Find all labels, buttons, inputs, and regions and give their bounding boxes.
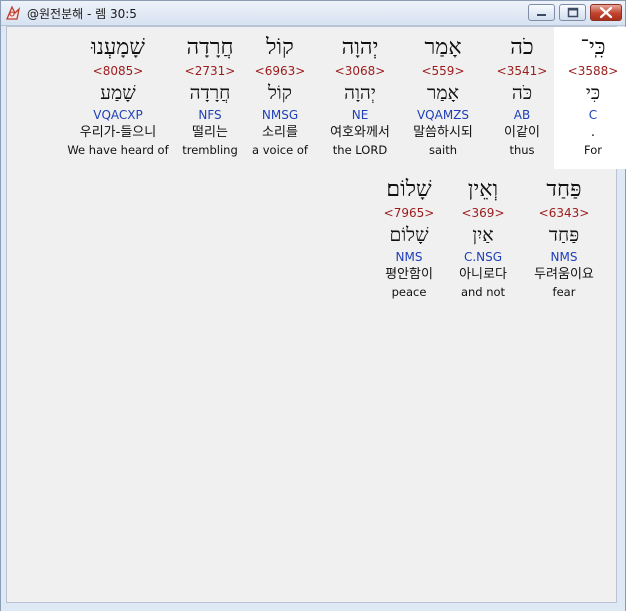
hebrew-word: אָמַר	[424, 35, 462, 60]
hebrew-lemma: חֲרָדָה	[189, 82, 231, 104]
word-cell[interactable]: כֹה <3541> כֹּה AB 이같이 thus	[483, 33, 561, 158]
korean-gloss: 아니로다	[459, 267, 507, 282]
parsing-code: AB	[513, 108, 531, 122]
english-gloss: saith	[428, 143, 458, 157]
hebrew-word: יְהוָה	[341, 35, 379, 60]
hebrew-word: פַּחַד	[546, 177, 582, 202]
korean-gloss: 이같이	[504, 125, 540, 140]
strong-number[interactable]: <3541>	[483, 63, 561, 79]
close-button[interactable]	[590, 4, 622, 21]
english-gloss: and not	[460, 285, 506, 299]
strong-number[interactable]: <7965>	[370, 205, 448, 221]
hebrew-lemma: יְהוָה	[344, 82, 376, 104]
english-gloss: We have heard of	[67, 143, 169, 157]
english-gloss: fear	[552, 285, 576, 299]
hebrew-word: חֲרָדָה	[186, 35, 234, 60]
word-cell[interactable]: שָׁלוֹם׃ <7965> שָׁלוֹם NMS 평안함이 peace	[370, 175, 448, 300]
parsing-code: NMS	[395, 250, 423, 264]
strong-number[interactable]: <8085>	[66, 63, 170, 79]
korean-gloss: 평안함이	[385, 267, 433, 282]
word-cell[interactable]: אָמַר <559> אָמַר VQAMZS 말씀하시되 saith	[404, 33, 482, 158]
word-cell[interactable]: קוֹל <6963> קוֹל NMSG 소리를 a voice of	[241, 33, 319, 158]
english-gloss: trembling	[182, 143, 238, 157]
hebrew-lemma: שָׁמַע	[100, 82, 136, 104]
korean-gloss: 여호와께서	[330, 125, 390, 140]
word-cell[interactable]: חֲרָדָה <2731> חֲרָדָה NFS 떨리는 trembling	[171, 33, 249, 158]
hebrew-word: כִּֽי־	[580, 35, 606, 60]
korean-gloss: 말씀하시되	[413, 125, 473, 140]
parsing-code: NMSG	[261, 108, 299, 122]
english-gloss: the LORD	[332, 143, 388, 157]
korean-gloss: 떨리는	[192, 125, 228, 140]
word-cell[interactable]: כִּֽי־ <3588> כִּי C . For	[554, 27, 626, 169]
korean-gloss: 소리를	[262, 125, 298, 140]
hebrew-word: וְאֵין	[467, 177, 499, 202]
english-gloss: a voice of	[252, 143, 308, 157]
app-icon	[5, 5, 21, 21]
strong-number[interactable]: <3068>	[321, 63, 399, 79]
title-bar[interactable]: @원전분해 - 렘 30:5	[1, 1, 625, 26]
word-cell[interactable]: יְהוָה <3068> יְהוָה NE 여호와께서 the LORD	[321, 33, 399, 158]
korean-gloss: 우리가-들으니	[79, 125, 157, 140]
minimize-icon	[537, 14, 546, 16]
parsing-code: NMS	[550, 250, 578, 264]
interlinear-panel[interactable]: כִּֽי־ <3588> כִּי C . For כֹה <3541> כֹ…	[6, 26, 626, 603]
english-gloss: For	[584, 143, 602, 157]
hebrew-word: קוֹל	[266, 35, 294, 60]
maximize-button[interactable]	[559, 4, 586, 21]
hebrew-word: שָׁמָעְנוּ	[91, 35, 145, 60]
word-cell[interactable]: פַּחַד <6343> פַּחַד NMS 두려움이요 fear	[525, 175, 603, 300]
close-icon	[599, 6, 613, 19]
english-gloss: peace	[391, 285, 427, 299]
strong-number[interactable]: <559>	[404, 63, 482, 79]
parsing-code: NFS	[198, 108, 222, 122]
hebrew-word: שָׁלוֹם׃	[386, 177, 432, 202]
parsing-code: C	[588, 108, 598, 122]
hebrew-lemma: קוֹל	[268, 82, 292, 104]
window-bottom-border	[1, 604, 625, 611]
parsing-code: VQACXP	[93, 108, 143, 122]
hebrew-lemma: אַיִן	[472, 224, 494, 246]
korean-gloss: 두려움이요	[534, 267, 594, 282]
korean-gloss: .	[590, 125, 596, 140]
app-window: @원전분해 - 렘 30:5 כִּֽי־ <3588> כִּי C . Fo…	[0, 0, 626, 611]
hebrew-lemma: פַּחַד	[548, 224, 580, 246]
window-title: @원전분해 - 렘 30:5	[27, 7, 137, 21]
word-cell[interactable]: שָׁמָעְנוּ <8085> שָׁמַע VQACXP 우리가-들으니 …	[66, 33, 170, 158]
hebrew-lemma: אָמַר	[427, 82, 459, 104]
strong-number[interactable]: <2731>	[171, 63, 249, 79]
strong-number[interactable]: <6963>	[241, 63, 319, 79]
hebrew-lemma: כֹּה	[511, 82, 533, 104]
parsing-code: VQAMZS	[416, 108, 470, 122]
parsing-code: C.NSG	[463, 250, 503, 264]
strong-number[interactable]: <3588>	[554, 63, 626, 79]
parsing-code: NE	[351, 108, 369, 122]
hebrew-word: כֹה	[510, 35, 534, 60]
strong-number[interactable]: <6343>	[525, 205, 603, 221]
word-cell[interactable]: וְאֵין <369> אַיִן C.NSG 아니로다 and not	[444, 175, 522, 300]
hebrew-lemma: כִּי	[585, 82, 601, 104]
minimize-button[interactable]	[528, 4, 555, 21]
hebrew-lemma: שָׁלוֹם	[389, 224, 429, 246]
maximize-icon	[567, 7, 579, 18]
strong-number[interactable]: <369>	[444, 205, 522, 221]
english-gloss: thus	[509, 143, 535, 157]
